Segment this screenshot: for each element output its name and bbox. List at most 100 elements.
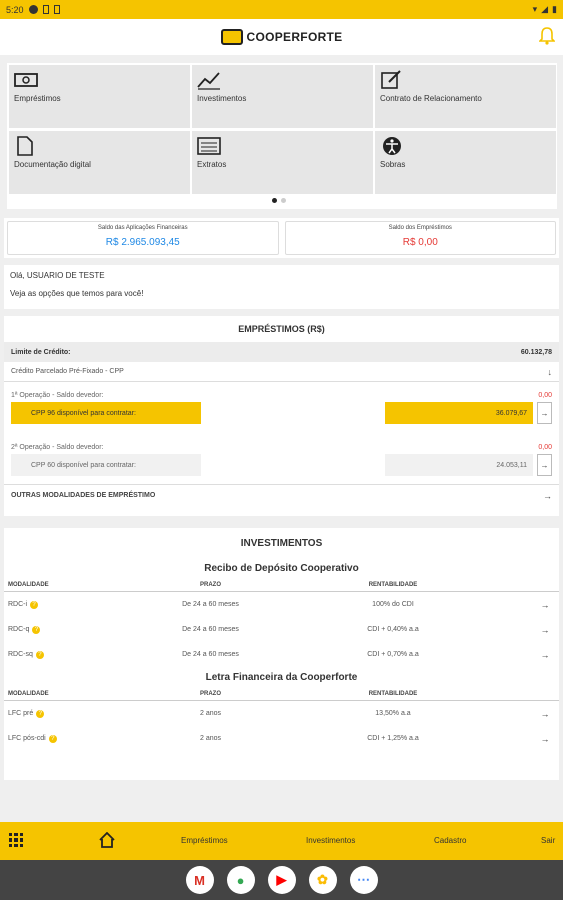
yield-cell: CDI + 1,25% a.a bbox=[367, 735, 419, 742]
rdc-table-header: MODALIDADE PRAZO RENTABILIDADE bbox=[4, 578, 559, 592]
trend-icon bbox=[197, 72, 220, 90]
tile-loans[interactable]: Empréstimos bbox=[9, 65, 190, 128]
gmail-icon[interactable]: M bbox=[185, 866, 214, 894]
arrow-right-icon[interactable]: → bbox=[535, 600, 555, 610]
operation-2-row: 2ª Operação - Saldo devedor: 0,00 bbox=[4, 440, 559, 454]
nav-loans[interactable]: Empréstimos bbox=[181, 836, 228, 845]
cpp60-arrow-button[interactable]: → bbox=[537, 454, 552, 476]
carousel-dot-active[interactable] bbox=[272, 198, 277, 203]
help-icon[interactable]: ? bbox=[32, 625, 41, 634]
brand-name: COOPERFORTE bbox=[246, 30, 343, 44]
tile-digital-docs[interactable]: Documentação digital bbox=[9, 131, 190, 194]
menu-grid-icon[interactable] bbox=[9, 833, 23, 847]
shortcut-grid: Empréstimos Investimentos Contrato de Re… bbox=[7, 63, 557, 209]
arrow-right-icon: → bbox=[540, 408, 549, 418]
help-icon[interactable]: ? bbox=[48, 734, 57, 743]
arrow-right-icon[interactable]: → bbox=[535, 650, 555, 660]
table-row[interactable]: RDC-q? De 24 a 60 meses CDI + 0,40% a.a … bbox=[4, 617, 559, 642]
tile-label: Empréstimos bbox=[14, 94, 61, 103]
help-icon[interactable]: ? bbox=[35, 650, 44, 659]
operation-2-available: CPP 60 disponível para contratar: 24.053… bbox=[4, 454, 559, 476]
app-drawer-icon[interactable]: ⋯ bbox=[349, 866, 378, 894]
nav-exit[interactable]: Sair bbox=[541, 836, 555, 845]
modality-cell: RDC-i bbox=[8, 601, 28, 608]
notification-icon bbox=[28, 5, 38, 14]
yield-header: RENTABILIDADE bbox=[368, 581, 418, 588]
credit-limit-row: Limite de Crédito: 60.132,78 bbox=[4, 342, 559, 362]
help-icon[interactable]: ? bbox=[30, 600, 39, 609]
arrow-right-icon[interactable]: → bbox=[535, 625, 555, 635]
operation-2-balance: 0,00 bbox=[538, 443, 552, 451]
carousel-dot[interactable] bbox=[281, 198, 286, 203]
term-cell: 2 anos bbox=[199, 710, 222, 717]
operation-1-row: 1ª Operação - Saldo devedor: 0,00 bbox=[4, 388, 559, 402]
tile-surplus[interactable]: Sobras bbox=[375, 131, 556, 194]
tile-label: Extratos bbox=[197, 160, 227, 169]
home-icon[interactable] bbox=[99, 832, 115, 848]
photos-icon[interactable]: ✿ bbox=[308, 866, 337, 894]
modality-header: MODALIDADE bbox=[8, 581, 49, 588]
brand-logo: COOPERFORTE bbox=[220, 29, 343, 45]
credit-limit-label: Limite de Crédito: bbox=[11, 348, 71, 356]
other-loans-link[interactable]: OUTRAS MODALIDADES DE EMPRÉSTIMO → bbox=[4, 484, 559, 506]
cpp-accordion[interactable]: Crédito Parcelado Pré-Fixado - CPP ↓ bbox=[4, 362, 559, 382]
loans-balance[interactable]: Saldo dos Empréstimos R$ 0,00 bbox=[284, 221, 556, 255]
status-time: 5:20 bbox=[6, 4, 24, 15]
document-icon bbox=[17, 136, 33, 156]
battery-icon: ▮ bbox=[552, 4, 557, 14]
app-header: COOPERFORTE bbox=[0, 19, 563, 55]
cpp60-value: 24.053,11 bbox=[385, 454, 533, 476]
yield-cell: 100% do CDI bbox=[372, 601, 414, 608]
nav-investments[interactable]: Investimentos bbox=[306, 836, 355, 845]
investments-card: INVESTIMENTOS Recibo de Depósito Coopera… bbox=[4, 528, 559, 780]
tile-label: Contrato de Relacionamento bbox=[380, 94, 482, 103]
term-cell: 2 anos bbox=[199, 735, 222, 742]
modality-header: MODALIDADE bbox=[8, 690, 49, 697]
accessibility-icon bbox=[383, 137, 401, 155]
table-row[interactable]: RDC-sq? De 24 a 60 meses CDI + 0,70% a.a… bbox=[4, 642, 559, 667]
arrow-right-icon: → bbox=[543, 490, 552, 501]
nav-register[interactable]: Cadastro bbox=[434, 836, 466, 845]
investments-balance-value: R$ 2.965.093,45 bbox=[105, 237, 180, 248]
credit-limit-value: 60.132,78 bbox=[520, 348, 552, 356]
edit-icon bbox=[381, 70, 401, 89]
modality-cell: LFC pré bbox=[8, 710, 34, 717]
signal-icon: ◢ bbox=[541, 4, 549, 14]
sim-icon bbox=[42, 5, 49, 14]
android-dock: M ● ▶ ✿ ⋯ bbox=[0, 860, 563, 900]
bottom-nav: Empréstimos Investimentos Cadastro Sair bbox=[0, 822, 563, 860]
table-row[interactable]: LFC pós-cdi? 2 anos CDI + 1,25% a.a → bbox=[4, 726, 559, 751]
modality-cell: RDC-q bbox=[8, 626, 30, 633]
operation-2-label: 2ª Operação - Saldo devedor: bbox=[11, 443, 104, 451]
loans-title: EMPRÉSTIMOS (R$) bbox=[238, 324, 325, 334]
tile-contract[interactable]: Contrato de Relacionamento bbox=[375, 65, 556, 128]
table-row[interactable]: RDC-i? De 24 a 60 meses 100% do CDI → bbox=[4, 592, 559, 617]
greeting-title: Olá, USUARIO DE TESTE bbox=[10, 271, 105, 280]
investments-balance[interactable]: Saldo das Aplicações Financeiras R$ 2.96… bbox=[7, 221, 279, 255]
term-header: PRAZO bbox=[200, 690, 221, 697]
loans-card: EMPRÉSTIMOS (R$) Limite de Crédito: 60.1… bbox=[4, 316, 559, 516]
yield-cell: 13,50% a.a bbox=[375, 710, 411, 717]
tile-investments[interactable]: Investimentos bbox=[192, 65, 373, 128]
help-icon[interactable]: ? bbox=[36, 709, 45, 718]
carousel-indicator[interactable] bbox=[272, 198, 286, 203]
yield-cell: CDI + 0,40% a.a bbox=[367, 626, 419, 633]
tile-statements[interactable]: Extratos bbox=[192, 131, 373, 194]
bell-icon[interactable] bbox=[539, 27, 555, 45]
modality-cell: LFC pós-cdi bbox=[8, 735, 46, 742]
yield-header: RENTABILIDADE bbox=[368, 690, 418, 697]
youtube-icon[interactable]: ▶ bbox=[267, 866, 296, 894]
cpp96-value: 36.079,67 bbox=[385, 402, 533, 424]
cpp96-arrow-button[interactable]: → bbox=[537, 402, 552, 424]
wifi-icon: ▾ bbox=[532, 4, 538, 14]
table-row[interactable]: LFC pré? 2 anos 13,50% a.a → bbox=[4, 701, 559, 726]
operation-1-available: CPP 96 disponível para contratar: 36.079… bbox=[4, 402, 559, 424]
arrow-right-icon[interactable]: → bbox=[535, 734, 555, 744]
yield-cell: CDI + 0,70% a.a bbox=[367, 651, 419, 658]
arrow-right-icon[interactable]: → bbox=[535, 709, 555, 719]
chrome-icon[interactable]: ● bbox=[226, 866, 255, 894]
tile-label: Sobras bbox=[380, 160, 406, 169]
cpp96-label: CPP 96 disponível para contratar: bbox=[11, 402, 201, 424]
arrow-down-icon: ↓ bbox=[547, 366, 553, 377]
operation-1-balance: 0,00 bbox=[538, 391, 552, 399]
